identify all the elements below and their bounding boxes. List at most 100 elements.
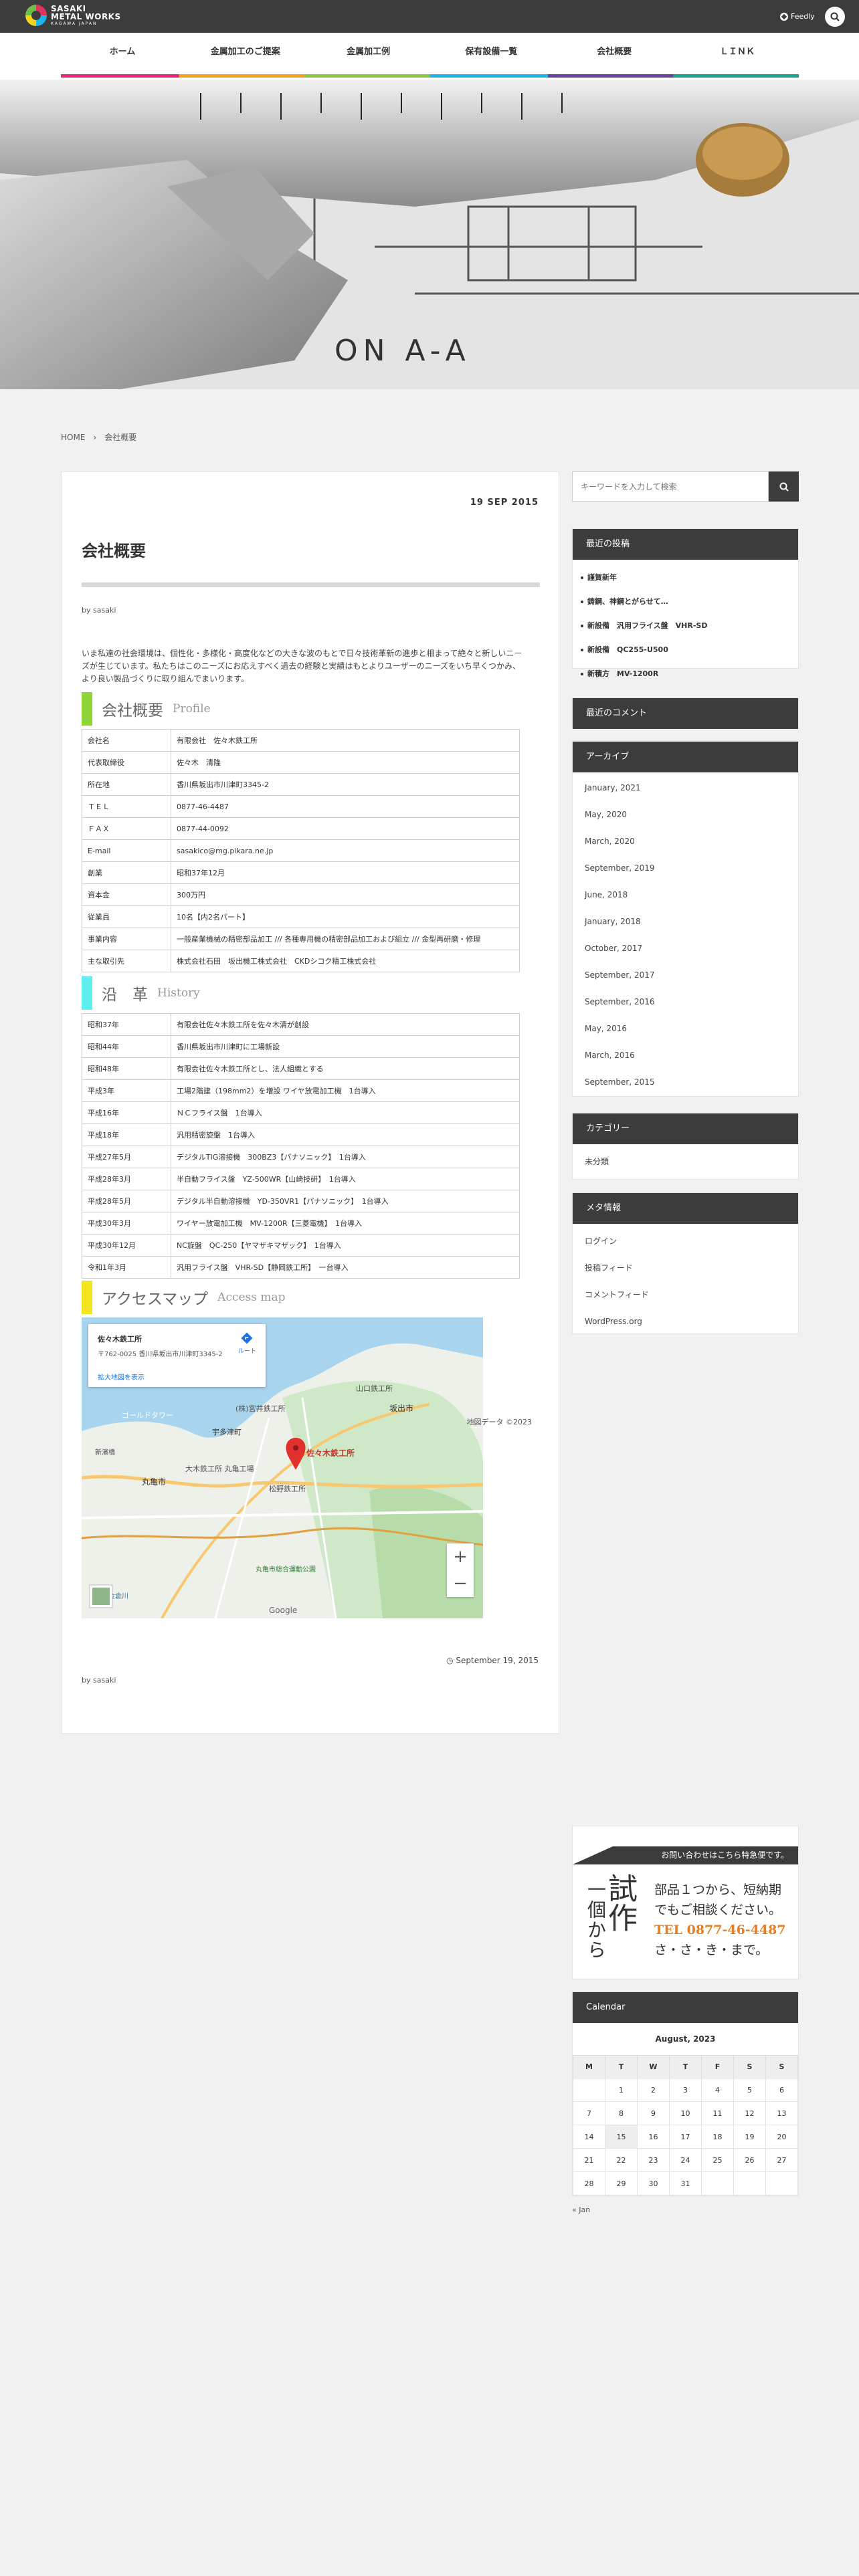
archive-link[interactable]: September, 2019 xyxy=(573,855,798,881)
zoom-in-button[interactable]: + xyxy=(447,1543,474,1570)
logo-text: SASAKI METAL WORKS KAGAWA JAPAN xyxy=(51,5,121,26)
history-label: 平成30年3月 xyxy=(82,1212,171,1235)
calendar-day: 7 xyxy=(573,2101,605,2125)
category-link[interactable]: 未分類 xyxy=(573,1148,798,1175)
archive-link[interactable]: March, 2016 xyxy=(573,1042,798,1069)
nav-item-examples[interactable]: 金属加工例 xyxy=(307,33,430,77)
archive-link[interactable]: May, 2016 xyxy=(573,1015,798,1042)
calendar-table: MTWTFSS 1 2 3 4 5 6 7 8 9 10 11 12 13 14 15 16 17 18 19 20 2… xyxy=(573,2055,798,2195)
site-logo[interactable]: SASAKI METAL WORKS KAGAWA JAPAN xyxy=(25,5,121,26)
archive-link[interactable]: October, 2017 xyxy=(573,935,798,962)
nav-list: ホーム 金属加工のご提案 金属加工例 保有設備一覧 会社概要 ＬＩＮＫ xyxy=(61,33,799,77)
meta-link[interactable]: コメントフィード xyxy=(573,1281,798,1308)
archive-link[interactable]: March, 2020 xyxy=(573,828,798,855)
calendar-weekday-row: MTWTFSS xyxy=(573,2055,798,2078)
archive-link[interactable]: September, 2015 xyxy=(573,1069,798,1095)
history-label: 昭和37年 xyxy=(82,1013,171,1036)
profile-label: E-mail xyxy=(82,839,171,862)
history-value: 汎用精密旋盤 1台導入 xyxy=(171,1123,520,1146)
map-route-button[interactable]: ルート xyxy=(238,1332,256,1355)
zoom-out-button[interactable]: − xyxy=(447,1570,474,1597)
profile-label: ＴＥＬ xyxy=(82,795,171,818)
recent-post-link[interactable]: 謹賀新年 xyxy=(573,566,798,590)
calendar-day: 12 xyxy=(733,2101,766,2125)
post-date: 19 SEP 2015 xyxy=(470,498,539,508)
profile-label: 従業員 xyxy=(82,905,171,928)
google-map[interactable]: 佐々木鉄工所 山口鉄工所 坂出市 (株)宮井鉄工所 宇多津町 ゴールドタワー 丸… xyxy=(82,1317,483,1618)
post-footer-date-text: September 19, 2015 xyxy=(456,1656,539,1665)
calendar-day xyxy=(701,2171,734,2195)
category-title: カテゴリー xyxy=(573,1113,798,1144)
recent-post-link[interactable]: 新設備 QC255-U500 xyxy=(573,638,798,662)
feedly-label: Feedly xyxy=(791,12,815,21)
calendar-prev-link[interactable]: « Jan xyxy=(572,2206,590,2214)
archive-title: アーカイブ xyxy=(573,742,798,772)
calendar-day: 29 xyxy=(605,2171,638,2195)
footer-author-link[interactable]: sasaki xyxy=(93,1676,116,1685)
history-label: 平成16年 xyxy=(82,1101,171,1124)
archive-link[interactable]: January, 2018 xyxy=(573,908,798,935)
history-row: 平成16年 ＮＣフライス盤 1台導入 xyxy=(82,1101,520,1124)
feedly-link[interactable]: Feedly xyxy=(780,12,815,21)
meta-link[interactable]: ログイン xyxy=(573,1228,798,1255)
search-icon xyxy=(830,12,840,21)
archive-link[interactable]: September, 2016 xyxy=(573,988,798,1015)
history-row: 昭和48年 有限会社佐々木鉄工所とし、法人組織とする xyxy=(82,1057,520,1080)
meta-link[interactable]: 投稿フィード xyxy=(573,1255,798,1281)
archive-link[interactable]: May, 2020 xyxy=(573,801,798,828)
history-value: 有限会社佐々木鉄工所を佐々木清が創設 xyxy=(171,1013,520,1036)
calendar-day: 14 xyxy=(573,2125,605,2149)
recent-post-link[interactable]: 新設備 汎用フライス盤 VHR-SD xyxy=(573,614,798,638)
breadcrumb: HOME › 会社概要 xyxy=(61,431,136,443)
history-row: 令和1年3月 汎用フライス盤 VHR-SD【静岡鉄工所】 一台導入 xyxy=(82,1256,520,1279)
calendar-day: 10 xyxy=(669,2101,702,2125)
profile-label: 所在地 xyxy=(82,773,171,796)
calendar-weekday: S xyxy=(733,2055,766,2078)
map-enlarge-link[interactable]: 拡大地図を表示 xyxy=(98,1372,256,1382)
history-value: デジタル半自動溶接機 YD-350VR1【パナソニック】 1台導入 xyxy=(171,1190,520,1212)
calendar-day: 15 xyxy=(605,2125,638,2149)
archive-link[interactable]: January, 2021 xyxy=(573,774,798,801)
history-heading-jp: 沿 革 xyxy=(102,986,148,1004)
map-popup-address: 〒762-0025 香川県坂出市川津町3345-2 xyxy=(98,1351,223,1358)
history-value: 半自動フライス盤 YZ-500WR【山崎技研】 1台導入 xyxy=(171,1168,520,1190)
search-submit-button[interactable] xyxy=(769,471,799,502)
profile-row: 創業 昭和37年12月 xyxy=(82,861,520,884)
calendar-day xyxy=(573,2078,605,2102)
nav-item-equipment[interactable]: 保有設備一覧 xyxy=(430,33,553,77)
nav-item-proposal[interactable]: 金属加工のご提案 xyxy=(184,33,307,77)
archive-link[interactable]: June, 2018 xyxy=(573,881,798,908)
recent-post-link[interactable]: 新積方 MV-1200R xyxy=(573,662,798,686)
nav-item-link[interactable]: ＬＩＮＫ xyxy=(676,33,799,77)
profile-heading-en: Profile xyxy=(173,702,211,716)
map-route-label: ルート xyxy=(237,1348,256,1355)
profile-value: 佐々木 清隆 xyxy=(171,751,520,774)
breadcrumb-home[interactable]: HOME xyxy=(61,433,85,442)
meta-link[interactable]: WordPress.org xyxy=(573,1308,798,1335)
recent-post-link[interactable]: 鋳鋼、神鋼とがらせて… xyxy=(573,590,798,614)
calendar-day: 4 xyxy=(701,2078,734,2102)
nav-item-home[interactable]: ホーム xyxy=(61,33,184,77)
header-search-button[interactable] xyxy=(825,7,845,27)
nav-item-company[interactable]: 会社概要 xyxy=(553,33,676,77)
banner-vertical-large: 試作 xyxy=(603,1873,637,1932)
history-value: 工場2階建（198mm2）を増設 ワイヤ放電加工機 1台導入 xyxy=(171,1079,520,1102)
clock-icon: ◷ xyxy=(446,1656,456,1665)
archive-link[interactable]: September, 2017 xyxy=(573,962,798,988)
recent-comments-widget: 最近のコメント xyxy=(572,697,799,729)
global-nav: ホーム 金属加工のご提案 金属加工例 保有設備一覧 会社概要 ＬＩＮＫ xyxy=(0,33,859,80)
access-heading-en: Access map xyxy=(217,1291,286,1304)
calendar-day: 23 xyxy=(637,2148,670,2172)
author-link[interactable]: sasaki xyxy=(93,606,116,615)
recent-posts-widget: 最近の投稿 謹賀新年 鋳鋼、神鋼とがらせて… 新設備 汎用フライス盤 VHR-SD 新… xyxy=(572,528,799,678)
history-value: NC旋盤 QC-250【ヤマザキマザック】 1台導入 xyxy=(171,1234,520,1257)
calendar-day: 1 xyxy=(605,2078,638,2102)
banner-tel: TEL 0877-46-4487 xyxy=(654,1923,786,1937)
calendar-day: 9 xyxy=(637,2101,670,2125)
search-input[interactable] xyxy=(572,471,769,502)
profile-value: 一般産業機械の精密部品加工 /// 各種専用機の精密部品加工および組立 /// … xyxy=(171,928,520,950)
contact-banner[interactable]: お問い合わせはこちら特急便です。 一個から 試作 部品１つから、短納期 でもご相… xyxy=(572,1826,799,1979)
banner-line2: でもご相談ください。 xyxy=(654,1903,782,1917)
map-zoom-control: + − xyxy=(447,1543,474,1597)
calendar-week: 123456 xyxy=(573,2078,798,2102)
